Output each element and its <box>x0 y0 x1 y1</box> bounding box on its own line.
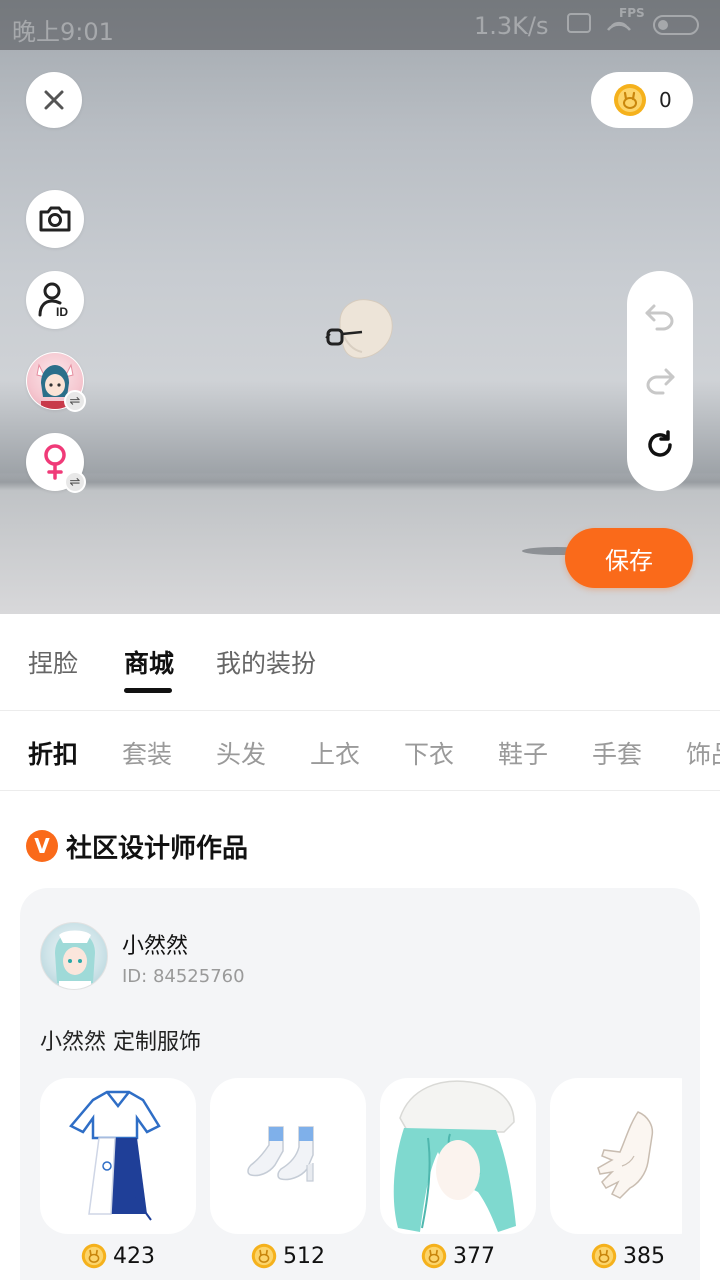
designer-name[interactable]: 小然然 <box>122 928 188 960</box>
status-network-speed: 1.3K/s <box>474 12 549 40</box>
item-thumbnail <box>210 1078 366 1234</box>
category-shoes[interactable]: 鞋子 <box>498 735 548 771</box>
profile-id-button[interactable]: ID <box>26 271 84 329</box>
svg-text:ID: ID <box>56 305 68 319</box>
redo-button[interactable] <box>640 361 680 401</box>
floor-horizon <box>0 474 720 490</box>
price-value: 377 <box>453 1243 495 1269</box>
item-thumbnail <box>40 1078 196 1234</box>
tab-my-outfits[interactable]: 我的装扮 <box>216 644 316 680</box>
coin-count: 0 <box>659 88 672 112</box>
switch-gender-button[interactable]: ⇌ <box>26 433 86 493</box>
redo-icon <box>646 368 675 395</box>
swap-icon: ⇌ <box>64 390 86 412</box>
price-value: 512 <box>283 1243 325 1269</box>
item-price: 385 <box>550 1242 682 1270</box>
shop-item[interactable]: 377 <box>380 1078 536 1270</box>
status-bar: 晚上9:01 1.3K/s FPS <box>0 0 720 50</box>
avatar-head-model[interactable] <box>322 296 396 370</box>
category-discount[interactable]: 折扣 <box>28 735 78 771</box>
reset-icon <box>648 430 672 457</box>
tab-shop[interactable]: 商城 <box>124 644 174 680</box>
glove-icon <box>597 1111 654 1199</box>
camera-icon <box>39 206 71 232</box>
hair-icon <box>393 1080 516 1232</box>
coin-icon <box>614 84 646 116</box>
active-tab-indicator <box>124 688 172 693</box>
designer-avatar[interactable] <box>40 922 108 990</box>
category-bottoms[interactable]: 下衣 <box>404 735 454 771</box>
designer-id: ID: 84525760 <box>122 966 245 987</box>
reset-button[interactable] <box>640 425 680 465</box>
shop-item[interactable]: 512 <box>210 1078 366 1270</box>
designer-items-list[interactable]: 423 512 377 385 <box>40 1078 682 1280</box>
avatar-scene[interactable]: 晚上9:01 1.3K/s FPS 0 ID ⇌ ⇌ 保存 <box>0 0 720 614</box>
category-gloves[interactable]: 手套 <box>592 735 642 771</box>
coin-icon <box>251 1243 277 1269</box>
screenshot-button[interactable] <box>26 190 84 248</box>
item-thumbnail <box>380 1078 536 1234</box>
main-tab-bar: 捏脸 商城 我的装扮 <box>0 614 720 711</box>
shop-item[interactable]: 385 <box>550 1078 682 1270</box>
category-accessories[interactable]: 饰品 <box>686 735 720 771</box>
item-price: 377 <box>380 1242 536 1270</box>
coin-balance[interactable]: 0 <box>591 72 693 128</box>
item-price: 423 <box>40 1242 196 1270</box>
verified-badge-icon: V <box>26 830 58 862</box>
category-hair[interactable]: 头发 <box>216 735 266 771</box>
status-icons <box>566 8 706 45</box>
switch-avatar-button[interactable]: ⇌ <box>26 352 86 412</box>
shop-item[interactable]: 423 <box>40 1078 196 1270</box>
section-title: 社区设计师作品 <box>66 833 249 864</box>
designer-card[interactable]: 小然然 ID: 84525760 小然然 定制服饰 423 512 377 38… <box>20 888 700 1280</box>
category-tab-bar[interactable]: 折扣 套装 头发 上衣 下衣 鞋子 手套 饰品 <box>0 711 720 791</box>
category-tops[interactable]: 上衣 <box>310 735 360 771</box>
undo-icon <box>645 304 674 331</box>
edit-history-panel <box>627 271 693 491</box>
item-thumbnail <box>550 1078 682 1234</box>
coin-icon <box>591 1243 617 1269</box>
section-header: V 社区设计师作品 <box>26 828 248 864</box>
item-price: 512 <box>210 1242 366 1270</box>
category-sets[interactable]: 套装 <box>122 735 172 771</box>
coin-icon <box>81 1243 107 1269</box>
undo-button[interactable] <box>640 297 680 337</box>
save-button[interactable]: 保存 <box>565 528 693 588</box>
status-time: 晚上9:01 <box>12 18 114 46</box>
designer-description: 小然然 定制服饰 <box>40 1030 201 1055</box>
user-id-icon: ID <box>38 282 68 319</box>
price-value: 385 <box>623 1243 665 1269</box>
close-icon <box>44 90 64 110</box>
swap-icon: ⇌ <box>64 471 86 493</box>
close-button[interactable] <box>26 72 82 128</box>
battery-wifi-icon <box>567 13 699 35</box>
coin-icon <box>421 1243 447 1269</box>
shoes-icon <box>247 1126 314 1182</box>
outfit-icon <box>69 1090 161 1221</box>
tab-face-sculpt[interactable]: 捏脸 <box>28 644 78 680</box>
price-value: 423 <box>113 1243 155 1269</box>
